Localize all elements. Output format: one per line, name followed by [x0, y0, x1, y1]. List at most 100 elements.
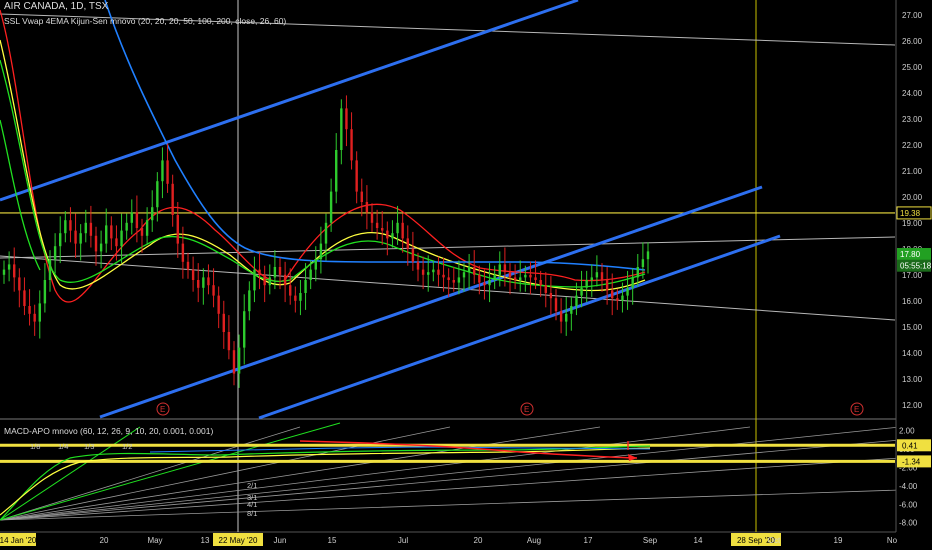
candle-body	[375, 222, 379, 228]
candle-body	[508, 272, 512, 278]
candle-body	[345, 108, 348, 130]
candle-body	[7, 264, 11, 270]
candle-body	[575, 295, 578, 306]
price-tick-label: 20.00	[902, 193, 923, 202]
candle-body	[74, 230, 77, 244]
candle-body	[304, 280, 307, 293]
candle-body	[534, 277, 537, 280]
candle-body	[217, 295, 220, 314]
candle-body	[191, 269, 195, 280]
candle-body	[125, 222, 128, 231]
candle-body	[273, 267, 277, 278]
fan-label: 1/4	[58, 442, 68, 451]
fan-label: 1/8	[30, 442, 40, 451]
candle-body	[140, 228, 144, 236]
candle-body	[289, 285, 292, 296]
candle-body	[370, 212, 374, 223]
candle-body	[621, 295, 624, 301]
candle-body	[432, 269, 435, 273]
price-tick-label: 16.00	[902, 297, 923, 306]
earnings-label: E	[160, 405, 165, 414]
candle-body	[386, 230, 389, 239]
price-tick-label: 25.00	[902, 63, 923, 72]
candle-body	[498, 264, 501, 275]
candle-body	[554, 298, 558, 312]
candle-body	[207, 277, 210, 286]
candle-body	[381, 228, 384, 231]
price-tick-label: 14.00	[902, 349, 923, 358]
candle-body	[283, 274, 287, 286]
candle-body	[309, 269, 312, 280]
candle-body	[166, 160, 169, 184]
candle-body	[237, 347, 241, 374]
candle-body	[421, 269, 425, 275]
candle-body	[350, 129, 353, 161]
candle-body	[294, 295, 297, 301]
candle-body	[89, 222, 93, 236]
candle-body	[69, 220, 72, 231]
macd-tick-label: -4.00	[899, 482, 918, 491]
price-label-text: 19.38	[900, 209, 921, 218]
candle-body	[258, 269, 261, 275]
macd-tick-label: -6.00	[899, 500, 918, 509]
fan-label: 1/2	[122, 442, 132, 451]
candle-body	[59, 233, 62, 247]
candle-body	[411, 248, 415, 262]
candle-body	[478, 274, 481, 283]
price-label-text: 05:55:18	[900, 262, 932, 271]
candle-body	[135, 212, 139, 228]
price-tick-label: 21.00	[902, 167, 923, 176]
candle-body	[110, 225, 113, 239]
candle-body	[248, 290, 251, 312]
candle-body	[442, 274, 445, 278]
candle-body	[314, 259, 317, 270]
chart-canvas[interactable]: EEE 1/8 1/4 1/3 1/22/13/14/18/1 27.0026.002…	[0, 0, 932, 550]
candle-body	[452, 280, 455, 283]
candle-body	[64, 220, 67, 234]
price-label-text: 17.80	[900, 250, 921, 259]
time-tick-label: May	[147, 536, 162, 545]
candle-body	[513, 277, 517, 280]
time-tick-label: Oct	[768, 536, 781, 545]
candle-body	[263, 274, 266, 286]
candle-body	[401, 222, 404, 239]
candle-body	[565, 313, 568, 322]
candle-body	[268, 277, 271, 286]
candle-body	[253, 269, 256, 291]
candle-body	[145, 220, 149, 236]
candle-body	[99, 243, 103, 252]
candle-body	[641, 259, 645, 267]
time-tick-label: 14	[694, 536, 703, 545]
price-tick-label: 15.00	[902, 323, 923, 332]
symbol-title: AIR CANADA, 1D, TSX	[4, 1, 109, 12]
price-tick-label: 23.00	[902, 115, 923, 124]
candle-body	[181, 243, 185, 262]
candle-body	[222, 313, 225, 332]
candle-body	[212, 285, 215, 296]
time-tick-label: Sep	[643, 536, 658, 545]
candle-body	[467, 267, 471, 273]
candle-body	[529, 274, 532, 278]
candle-body	[473, 267, 476, 275]
candle-body	[631, 277, 634, 288]
candle-body	[396, 222, 399, 234]
candle-body	[186, 261, 190, 270]
first-time-label: 14 Jan '20	[0, 536, 37, 545]
candle-body	[18, 277, 21, 291]
candle-body	[570, 306, 573, 314]
candle-body	[488, 280, 491, 286]
time-tick-label: Jun	[274, 536, 287, 545]
candle-body	[38, 303, 41, 322]
candle-body	[84, 222, 87, 234]
candle-body	[324, 222, 328, 244]
candle-body	[427, 272, 430, 275]
candle-body	[319, 243, 323, 260]
candle-body	[156, 181, 159, 208]
fan-label: 2/1	[247, 481, 257, 490]
price-tick-label: 22.00	[902, 141, 923, 150]
time-tick-label: 17	[584, 536, 593, 545]
candle-body	[48, 259, 52, 280]
candle-body	[94, 235, 98, 252]
candle-body	[161, 160, 164, 182]
candle-body	[636, 267, 639, 278]
